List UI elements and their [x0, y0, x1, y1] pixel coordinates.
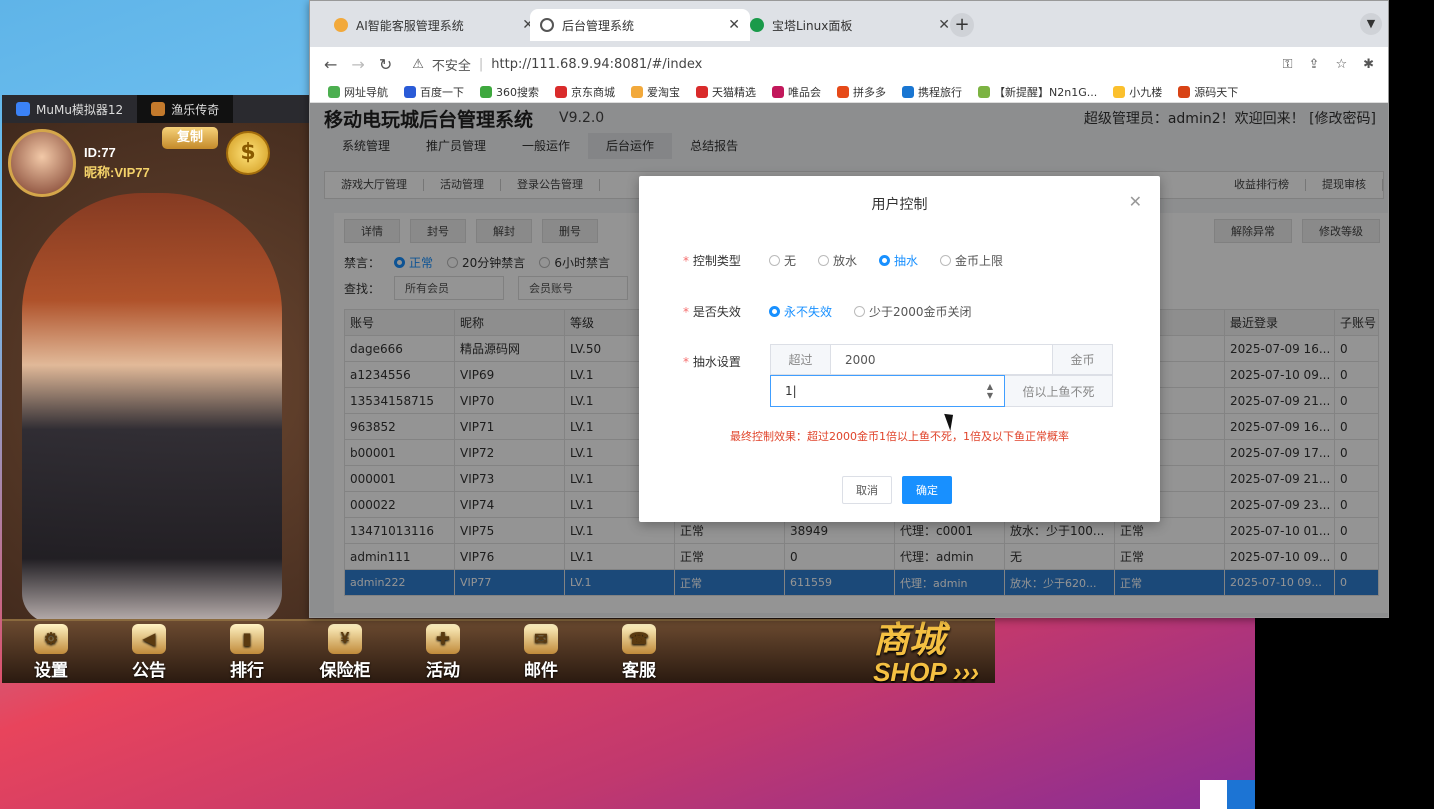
headset-icon: ☎ — [622, 623, 656, 654]
bookmark-item[interactable]: 拼多多 — [837, 84, 886, 100]
close-icon[interactable]: ✕ — [728, 17, 740, 33]
bt-favicon — [750, 18, 764, 32]
expire-row: 是否失效 永不失效 少于2000金币关闭 — [683, 303, 994, 320]
gift-icon: ✚ — [426, 623, 460, 654]
coin-icon: $ — [226, 131, 270, 175]
address-bar: ← → ↻ ⚠ 不安全 | http://111.68.9.94:8081/#/i… — [310, 47, 1388, 81]
notice-button[interactable]: ◀ 公告 — [100, 623, 198, 681]
type-draw-radio[interactable]: 抽水 — [879, 252, 918, 269]
avatar[interactable] — [8, 129, 76, 197]
back-icon[interactable]: ← — [324, 55, 337, 74]
confirm-button[interactable]: 确定 — [902, 476, 952, 504]
exceed-coin-input[interactable]: 2000 — [831, 345, 1052, 374]
character-illustration — [22, 193, 282, 623]
effect-summary: 最终控制效果：超过2000金币1倍以上鱼不死，1倍及以下鱼正常概率 — [730, 430, 1069, 443]
bookmarks-bar: 网址导航 百度一下 360搜索 京东商城 爱淘宝 天猫精选 唯品会 拼多多 携程… — [310, 81, 1388, 103]
dialog-title: 用户控制 — [871, 197, 928, 213]
never-expire-radio[interactable]: 永不失效 — [769, 303, 832, 320]
bookmark-item[interactable]: 【新提醒】N2n1G... — [978, 84, 1097, 100]
bookmark-item[interactable]: 百度一下 — [404, 84, 464, 100]
browser-tabstrip: AI智能客服管理系统 ✕ 后台管理系统 ✕ 宝塔Linux面板 ✕ + ▼ — [310, 1, 1388, 47]
gear-icon: ⚙ — [34, 623, 68, 654]
bookmark-item[interactable]: 源码天下 — [1178, 84, 1238, 100]
bookmark-item[interactable]: 唯品会 — [772, 84, 821, 100]
exceed-coin-input-group: 超过 2000 金币 — [770, 344, 1113, 375]
multiplier-input[interactable]: 1 | ▲ ▼ — [770, 375, 1005, 407]
speaker-icon: ◀ — [132, 623, 166, 654]
bookmark-item[interactable]: 京东商城 — [555, 84, 615, 100]
draw-setting-label: 抽水设置 — [683, 353, 769, 370]
star-icon[interactable]: ☆ — [1335, 57, 1347, 72]
control-type-row: 控制类型 无 放水 抽水 金币上限 — [683, 252, 1025, 269]
activity-button[interactable]: ✚ 活动 — [394, 623, 492, 681]
new-tab-button[interactable]: + — [950, 13, 974, 37]
player-nickname: 昵称:VIP77 — [84, 165, 150, 180]
bookmark-item[interactable]: 天猫精选 — [696, 84, 756, 100]
key-icon[interactable]: ⚿ — [1283, 57, 1293, 72]
forward-icon[interactable]: → — [351, 55, 364, 74]
share-icon[interactable]: ⇪ — [1309, 57, 1320, 72]
type-coin-limit-radio[interactable]: 金币上限 — [940, 252, 1003, 269]
emulator-tab-mumu[interactable]: MuMu模拟器12 — [2, 95, 137, 123]
bookmark-item[interactable]: 小九楼 — [1113, 84, 1162, 100]
browser-tab-bt[interactable]: 宝塔Linux面板 ✕ — [740, 9, 960, 41]
game-icon — [151, 102, 166, 116]
ranking-button[interactable]: ▮ 排行 — [198, 623, 296, 681]
cancel-button[interactable]: 取消 — [842, 476, 892, 504]
type-release-radio[interactable]: 放水 — [818, 252, 857, 269]
safe-icon: ¥ — [328, 623, 362, 654]
safe-button[interactable]: ¥ 保险柜 — [296, 623, 394, 681]
copy-button[interactable]: 复制 — [162, 127, 218, 149]
mail-button[interactable]: ✉ 邮件 — [492, 623, 590, 681]
chevron-down-icon[interactable]: ▼ — [1360, 13, 1382, 35]
bookmark-item[interactable]: 爱淘宝 — [631, 84, 680, 100]
type-none-radio[interactable]: 无 — [769, 252, 796, 269]
globe-icon — [540, 18, 554, 32]
bookmark-item[interactable]: 360搜索 — [480, 84, 539, 100]
bookmark-item[interactable]: 网址导航 — [328, 84, 388, 100]
taskbar-app-icon[interactable] — [1227, 780, 1255, 809]
emulator-tab-game[interactable]: 渔乐传奇 — [137, 95, 234, 123]
reload-icon[interactable]: ↻ — [379, 55, 392, 74]
close-icon[interactable]: ✕ — [938, 17, 950, 33]
warning-icon: ⚠ — [412, 56, 424, 72]
extensions-icon[interactable]: ✱ — [1363, 57, 1374, 72]
increment-icon[interactable]: ▲ — [987, 382, 993, 391]
shop-button[interactable]: 商城 SHOP ››› — [873, 622, 979, 684]
user-control-dialog: 用户控制 ✕ 控制类型 无 放水 抽水 金币上限 是否失效 永不失效 少于200… — [639, 176, 1160, 522]
support-button[interactable]: ☎ 客服 — [590, 623, 688, 681]
bookmark-item[interactable]: 携程旅行 — [902, 84, 962, 100]
player-id: ID:77 — [84, 145, 116, 160]
tab-favicon — [334, 18, 348, 32]
mail-icon: ✉ — [524, 623, 558, 654]
expire-below-radio[interactable]: 少于2000金币关闭 — [854, 303, 972, 320]
url-field[interactable]: ⚠ 不安全 | http://111.68.9.94:8081/#/index — [412, 55, 702, 74]
game-bottom-bar: ⚙ 设置 ◀ 公告 ▮ 排行 ¥ 保险柜 ✚ 活动 ✉ 邮件 ☎ 客服 商城 SHOP ››› — [2, 619, 995, 683]
browser-tab-ai[interactable]: AI智能客服管理系统 ✕ — [324, 9, 544, 41]
player-profile: ID:77 昵称:VIP77 — [8, 129, 150, 197]
decrement-icon[interactable]: ▼ — [987, 391, 993, 400]
settings-button[interactable]: ⚙ 设置 — [2, 623, 100, 681]
browser-tab-admin[interactable]: 后台管理系统 ✕ — [530, 9, 750, 41]
close-icon[interactable]: ✕ — [1129, 192, 1142, 211]
multiplier-input-group: 1 | ▲ ▼ 倍以上鱼不死 — [770, 375, 1113, 407]
mumu-icon — [16, 102, 30, 116]
bar-chart-icon: ▮ — [230, 623, 264, 654]
